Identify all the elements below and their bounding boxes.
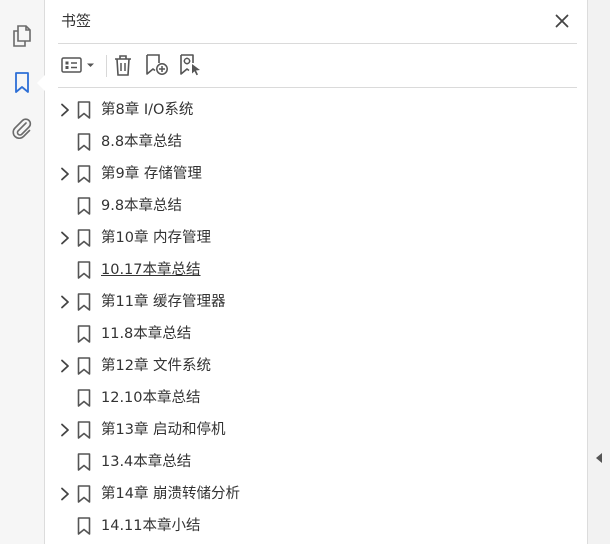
chevron-right-icon <box>61 295 69 309</box>
bookmark-icon <box>77 133 91 151</box>
expand-button[interactable] <box>57 358 73 374</box>
bookmark-icon <box>77 197 91 215</box>
expand-button[interactable] <box>57 230 73 246</box>
bookmark-label[interactable]: 第10章 内存管理 <box>101 228 211 248</box>
bookmark-icon <box>77 453 91 471</box>
bookmark-icon <box>77 101 91 119</box>
bookmark-label[interactable]: 10.17本章总结 <box>101 260 201 280</box>
bookmark-label[interactable]: 第12章 文件系统 <box>101 356 211 376</box>
bookmark-icon <box>77 421 91 439</box>
expand-button[interactable] <box>57 422 73 438</box>
chevron-right-icon <box>61 103 69 117</box>
expand-button[interactable] <box>57 166 73 182</box>
close-icon <box>555 14 569 28</box>
navigation-rail <box>0 0 45 544</box>
title-divider <box>58 43 577 44</box>
chevron-right-icon <box>61 487 69 501</box>
chevron-right-icon <box>61 231 69 245</box>
bookmark-from-selection-button[interactable] <box>178 50 204 80</box>
bookmark-label[interactable]: 12.10本章总结 <box>101 388 201 408</box>
bookmark-toolbar <box>58 50 258 80</box>
bookmark-icon <box>77 261 91 279</box>
bookmark-icon <box>77 165 91 183</box>
bookmarks-panel: 书签 第8章 I/O系统 8.8本章总结 第9章 存储管理 9.8本章总结 第1… <box>45 0 585 544</box>
chevron-right-icon <box>61 167 69 181</box>
bookmark-from-selection-icon <box>180 54 200 76</box>
bookmark-label[interactable]: 第14章 崩溃转储分析 <box>101 484 240 504</box>
bookmark-label[interactable]: 第9章 存储管理 <box>101 164 202 184</box>
bookmark-row[interactable]: 8.8本章总结 <box>45 127 585 157</box>
expand-button[interactable] <box>57 294 73 310</box>
bookmark-label[interactable]: 第11章 缓存管理器 <box>101 292 226 312</box>
options-menu-icon <box>61 57 94 73</box>
chevron-right-icon <box>61 359 69 373</box>
bookmark-icon <box>77 357 91 375</box>
bookmark-icon <box>77 485 91 503</box>
chevron-right-icon <box>61 423 69 437</box>
pages-icon <box>13 25 31 47</box>
bookmark-icon <box>77 517 91 535</box>
toolbar-divider <box>58 87 577 88</box>
bookmark-row[interactable]: 第8章 I/O系统 <box>45 95 585 125</box>
bookmark-row[interactable]: 第9章 存储管理 <box>45 159 585 189</box>
delete-bookmark-icon <box>115 55 131 76</box>
bookmark-icon <box>77 229 91 247</box>
bookmark-label[interactable]: 13.4本章总结 <box>101 452 191 472</box>
bookmark-row[interactable]: 9.8本章总结 <box>45 191 585 221</box>
expand-button[interactable] <box>57 486 73 502</box>
document-pane-edge <box>587 0 610 544</box>
options-menu-button[interactable] <box>60 50 98 80</box>
toolbar-separator <box>106 55 107 77</box>
bookmark-icon <box>77 389 91 407</box>
page-thumbnails-button[interactable] <box>7 21 37 51</box>
attachment-icon <box>12 118 32 139</box>
bookmark-label[interactable]: 9.8本章总结 <box>101 196 182 216</box>
new-bookmark-icon <box>146 54 168 75</box>
attachments-button[interactable] <box>7 113 37 143</box>
delete-bookmark-button[interactable] <box>111 50 135 80</box>
bookmark-row[interactable]: 第10章 内存管理 <box>45 223 585 253</box>
active-panel-pointer <box>37 75 45 91</box>
bookmark-row[interactable]: 第14章 崩溃转储分析 <box>45 479 585 509</box>
bookmark-label[interactable]: 第8章 I/O系统 <box>101 100 193 120</box>
bookmark-label[interactable]: 14.11本章小结 <box>101 516 201 536</box>
bookmark-label[interactable]: 第13章 启动和停机 <box>101 420 226 440</box>
bookmark-row[interactable]: 第11章 缓存管理器 <box>45 287 585 317</box>
bookmark-row[interactable]: 第13章 启动和停机 <box>45 415 585 445</box>
bookmark-row[interactable]: 12.10本章总结 <box>45 383 585 413</box>
bookmark-label[interactable]: 8.8本章总结 <box>101 132 182 152</box>
collapse-panel-icon[interactable] <box>596 453 602 463</box>
bookmark-icon <box>77 293 91 311</box>
bookmark-row[interactable]: 第12章 文件系统 <box>45 351 585 381</box>
close-panel-button[interactable] <box>550 9 574 33</box>
expand-button[interactable] <box>57 102 73 118</box>
bookmarks-button[interactable] <box>7 68 37 98</box>
bookmark-label[interactable]: 11.8本章总结 <box>101 324 191 344</box>
bookmark-icon <box>15 72 29 93</box>
bookmark-row[interactable]: 14.11本章小结 <box>45 511 585 541</box>
bookmark-icon <box>77 325 91 343</box>
bookmark-row[interactable]: 11.8本章总结 <box>45 319 585 349</box>
panel-title: 书签 <box>61 12 92 30</box>
bookmark-row[interactable]: 13.4本章总结 <box>45 447 585 477</box>
bookmark-row[interactable]: 10.17本章总结 <box>45 255 585 285</box>
new-bookmark-button[interactable] <box>144 50 170 80</box>
